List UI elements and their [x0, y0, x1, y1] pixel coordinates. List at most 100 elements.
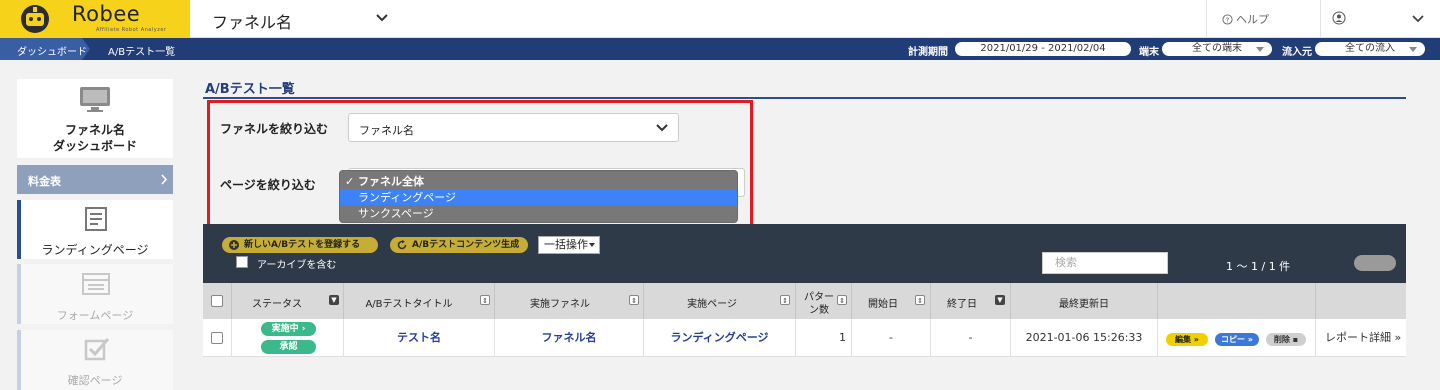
sidebar-dashboard-card[interactable]: ファネル名 ダッシュボード	[17, 79, 173, 158]
sort-icon[interactable]: ⇕	[915, 295, 925, 305]
header-patterns[interactable]: パター ン数 ⇕	[796, 283, 852, 319]
chevron-right-icon	[161, 174, 168, 185]
source-select-value: 全ての流入	[1345, 43, 1395, 54]
header-title[interactable]: A/Bテストタイトル ⇕	[344, 283, 495, 319]
sidebar-plan-button[interactable]: 料金表	[17, 165, 173, 194]
generate-content-label: A/Bテストコンテンツ生成	[412, 240, 520, 250]
search-input[interactable]: 検索	[1042, 252, 1168, 274]
row-patterns-cell: 1	[796, 319, 852, 357]
copy-button[interactable]: コピー »	[1215, 333, 1259, 346]
svg-text:?: ?	[1226, 15, 1230, 24]
row-end-cell: -	[931, 319, 1011, 357]
header-updated-label: 最終更新日	[1059, 299, 1109, 310]
row-title-cell: テスト名	[344, 319, 495, 357]
logo[interactable]: Robee Affiliate Robot Analyzer	[0, 0, 190, 38]
test-title-link[interactable]: テスト名	[397, 331, 441, 344]
checkbox-icon	[84, 338, 110, 361]
sort-desc-icon[interactable]: ▼	[329, 295, 339, 305]
bulk-actions-label: 一括操作	[544, 238, 588, 251]
plus-circle-icon	[229, 240, 239, 250]
help-link[interactable]: ? ヘルプ	[1222, 11, 1269, 27]
breadcrumb-home-label[interactable]: ダッシュボード	[17, 43, 87, 58]
source-select[interactable]: 全ての流入	[1315, 42, 1425, 56]
sidebar-item-form-page[interactable]: フォームページ	[17, 264, 173, 324]
sidebar-item-label: ランディングページ	[41, 243, 149, 257]
logo-text: Robee	[72, 2, 141, 26]
header-page[interactable]: 実施ページ ⇕	[644, 283, 796, 319]
header-end-label: 終了日	[947, 299, 977, 310]
divider	[1320, 0, 1321, 38]
document-icon	[85, 207, 107, 231]
header-actions	[1158, 283, 1316, 319]
header-select-cell	[203, 283, 232, 319]
row-updated-cell: 2021-01-06 15:26:33	[1011, 319, 1158, 357]
row-funnel-cell: ファネル名	[495, 319, 644, 357]
form-icon	[82, 273, 110, 295]
status-approved-badge[interactable]: 承認	[261, 340, 316, 354]
header-status[interactable]: ステータス ▼	[232, 283, 344, 319]
row-checkbox[interactable]	[211, 332, 223, 344]
edit-button[interactable]: 編集 »	[1166, 333, 1208, 346]
status-running-badge[interactable]: 実施中 ›	[261, 322, 316, 336]
device-select-value: 全ての端末	[1192, 43, 1242, 54]
row-start-cell: -	[852, 319, 931, 357]
table-header: ステータス ▼ A/Bテストタイトル ⇕ 実施ファネル ⇕ 実施ページ ⇕ パタ…	[203, 283, 1406, 319]
generate-content-button[interactable]: A/Bテストコンテンツ生成	[390, 237, 528, 253]
view-toggle[interactable]	[1354, 255, 1396, 271]
sidebar-item-landing-page[interactable]: ランディングページ	[17, 200, 173, 259]
dashboard-label: ダッシュボード	[52, 139, 137, 153]
page-link[interactable]: ランディングページ	[670, 331, 768, 344]
sort-icon[interactable]: ⇕	[480, 295, 490, 305]
sidebar-item-label: 確認ページ	[67, 374, 123, 387]
copy-label: コピー	[1221, 335, 1246, 344]
nav-bar: ダッシュボード A/Bテスト一覧 計測期間 2021/01/29 - 2021/…	[0, 38, 1440, 60]
header-status-label: ステータス	[252, 299, 302, 310]
device-select[interactable]: 全ての端末	[1162, 42, 1272, 56]
user-icon[interactable]	[1332, 11, 1346, 25]
select-all-checkbox[interactable]	[211, 295, 223, 307]
caret-down-icon	[1256, 47, 1264, 52]
chevron-down-icon[interactable]	[374, 10, 390, 26]
new-ab-test-button[interactable]: 新しいA/Bテストを登録する	[222, 237, 378, 253]
caret-down-icon	[1409, 47, 1417, 52]
logo-subtext: Affiliate Robot Analyzer	[96, 27, 167, 33]
funnel-link[interactable]: ファネル名	[542, 331, 597, 344]
row-page-cell: ランディングページ	[644, 319, 796, 357]
header-patterns-line2: ン数	[809, 305, 829, 316]
report-detail-link[interactable]: レポート詳細 »	[1325, 331, 1401, 344]
report-detail-label: レポート詳細	[1325, 331, 1391, 344]
chevron-down-icon[interactable]	[1410, 11, 1426, 27]
header-page-label: 実施ページ	[687, 299, 737, 310]
trash-icon: ▪	[1292, 335, 1299, 344]
highlight-box	[207, 100, 753, 230]
header-updated[interactable]: 最終更新日	[1011, 283, 1158, 319]
sort-desc-icon[interactable]: ▼	[995, 295, 1005, 305]
period-label: 計測期間	[908, 47, 948, 58]
status-approved-label: 承認	[279, 342, 298, 352]
dashboard-funnel-name: ファネル名	[64, 123, 125, 137]
header-title-label: A/Bテストタイトル	[365, 299, 453, 310]
row-status-cell: 実施中 › 承認	[232, 319, 344, 357]
sidebar-item-label: フォームページ	[56, 309, 134, 322]
header-funnel-label: 実施ファネル	[530, 299, 590, 310]
row-select-cell	[203, 319, 232, 357]
bulk-actions-select[interactable]: 一括操作	[538, 236, 600, 254]
sidebar-item-confirm-page[interactable]: 確認ページ	[17, 330, 173, 390]
delete-button[interactable]: 削除 ▪	[1266, 333, 1306, 346]
sort-icon[interactable]: ⇕	[629, 295, 639, 305]
device-label: 端末	[1139, 47, 1159, 58]
divider	[1206, 0, 1207, 38]
archive-checkbox[interactable]	[236, 256, 248, 268]
header-funnel[interactable]: 実施ファネル ⇕	[495, 283, 644, 319]
delete-label: 削除	[1273, 335, 1290, 344]
breadcrumb-current: A/Bテスト一覧	[108, 47, 176, 58]
header-end[interactable]: 終了日 ▼	[931, 283, 1011, 319]
header-start[interactable]: 開始日 ⇕	[852, 283, 931, 319]
period-picker[interactable]: 2021/01/29 - 2021/02/04	[955, 42, 1131, 56]
sort-icon[interactable]: ⇕	[837, 295, 847, 305]
edit-label: 編集	[1175, 335, 1192, 344]
funnel-selector-label[interactable]: ファネル名	[212, 9, 292, 33]
refresh-icon	[397, 240, 407, 250]
sort-icon[interactable]: ⇕	[780, 295, 790, 305]
status-running-label: 実施中	[271, 324, 299, 334]
